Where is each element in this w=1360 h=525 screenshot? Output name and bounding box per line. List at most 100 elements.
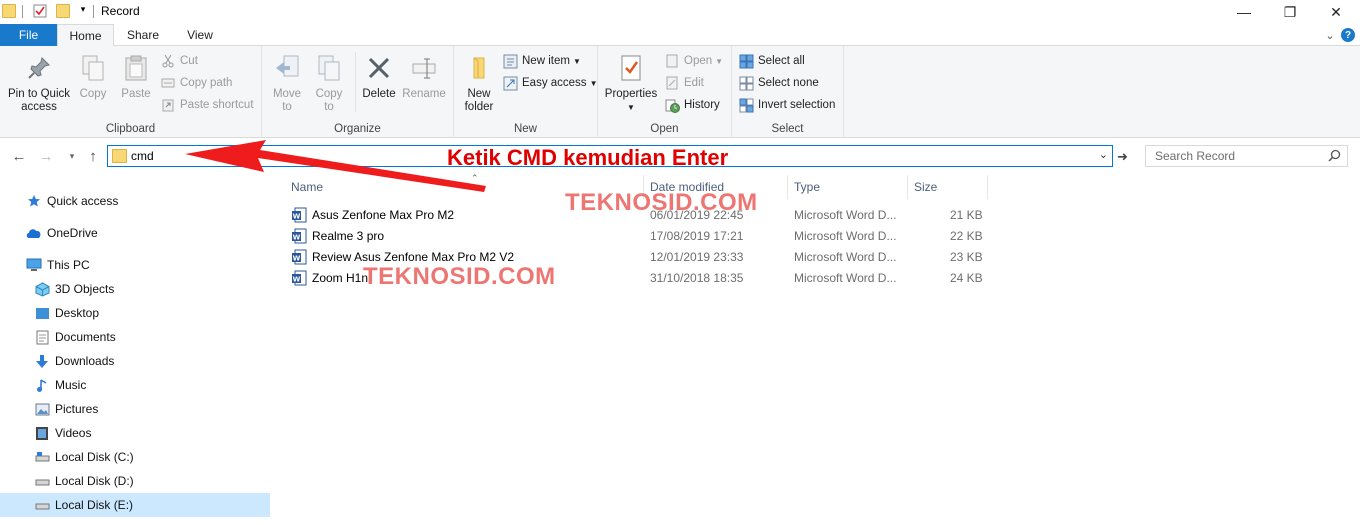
tab-share[interactable]: Share — [114, 24, 172, 46]
nav-item-local-disk-d[interactable]: Local Disk (D:) — [34, 469, 134, 493]
select-all-button[interactable]: Select all — [738, 51, 805, 71]
search-icon[interactable] — [1328, 149, 1341, 165]
nav-item-documents[interactable]: Documents — [34, 325, 116, 349]
file-row[interactable]: W Realme 3 pro 17/08/2019 17:21 Microsof… — [288, 226, 988, 247]
new-item-label: New item — [522, 55, 570, 67]
cut-button[interactable]: Cut — [160, 51, 198, 71]
back-arrow-icon[interactable]: ← — [10, 147, 28, 165]
select-group-label: Select — [771, 123, 804, 135]
nav-item-desktop[interactable]: Desktop — [34, 301, 99, 325]
nav-item-pictures[interactable]: Pictures — [34, 397, 98, 421]
delete-label: Delete — [362, 88, 396, 100]
paste-button[interactable]: Paste — [117, 50, 155, 101]
properties-quick-icon[interactable] — [33, 4, 47, 18]
minimize-button[interactable]: — — [1221, 0, 1267, 24]
download-icon — [34, 353, 50, 369]
edit-button[interactable]: Edit — [664, 73, 704, 93]
cube-icon — [34, 281, 50, 297]
ribbon-tabs: File Home Share View ⌄ ? — [0, 24, 1360, 47]
move-to-label-line1: Move — [272, 88, 302, 100]
select-none-button[interactable]: Select none — [738, 73, 819, 93]
forward-arrow-icon[interactable]: → — [37, 147, 55, 165]
copy-icon — [77, 52, 109, 84]
nav-item-music[interactable]: Music — [34, 373, 86, 397]
recent-locations-chevron-icon[interactable]: ▾ — [63, 147, 81, 165]
column-header-size[interactable]: Size — [908, 175, 988, 199]
nav-item-local-disk-c[interactable]: Local Disk (C:) — [34, 445, 134, 469]
history-label: History — [684, 99, 720, 111]
paste-icon — [120, 52, 152, 84]
address-input[interactable]: cmd — [131, 149, 154, 163]
tab-file[interactable]: File — [0, 24, 57, 46]
move-to-icon — [271, 52, 303, 84]
invert-selection-button[interactable]: Invert selection — [738, 95, 835, 115]
organize-group: Move to Copy to Delete Rename Organize — [262, 46, 454, 138]
nav-item-downloads[interactable]: Downloads — [34, 349, 114, 373]
nav-item-this-pc[interactable]: This PC — [26, 253, 90, 277]
copy-button[interactable]: Copy — [76, 50, 110, 101]
copy-to-button[interactable]: Copy to — [312, 50, 346, 114]
open-group: Properties ▼ Open ▼ Edit History Open — [598, 46, 732, 138]
monitor-icon — [26, 257, 42, 273]
scissors-icon — [160, 53, 176, 69]
word-document-icon: W — [291, 228, 307, 244]
easy-access-button[interactable]: Easy access ▼ — [502, 73, 597, 93]
customize-quick-access-icon[interactable]: ▾ — [76, 4, 90, 18]
new-item-button[interactable]: New item ▼ — [502, 51, 581, 71]
invert-selection-label: Invert selection — [758, 99, 836, 111]
watermark: TEKNOSID.COM — [565, 189, 758, 216]
history-button[interactable]: History — [664, 95, 720, 115]
new-folder-quick-icon[interactable] — [56, 4, 70, 18]
chevron-down-icon[interactable]: ⌄ — [1099, 148, 1108, 161]
nav-item-quick-access[interactable]: Quick access — [26, 189, 118, 213]
help-icon[interactable]: ? — [1341, 28, 1355, 42]
open-label: Open — [684, 55, 713, 67]
file-type: Microsoft Word D... — [794, 208, 897, 222]
desktop-icon — [34, 305, 50, 321]
tab-view[interactable]: View — [172, 24, 228, 46]
paste-shortcut-label: Paste shortcut — [180, 99, 254, 111]
history-icon — [664, 97, 680, 113]
new-item-icon — [502, 53, 518, 69]
edit-label: Edit — [684, 77, 704, 89]
paste-shortcut-button[interactable]: Paste shortcut — [160, 95, 254, 115]
pin-to-quick-access-button[interactable]: Pin to Quick access — [4, 50, 74, 114]
search-box[interactable]: Search Record — [1145, 145, 1348, 167]
copy-to-label-line2: to — [324, 101, 334, 113]
nav-item-onedrive[interactable]: OneDrive — [26, 221, 98, 245]
properties-label: Properties — [604, 88, 658, 100]
paste-label: Paste — [121, 88, 151, 100]
open-group-label: Open — [650, 123, 679, 135]
maximize-button[interactable]: ❐ — [1267, 0, 1313, 24]
divider — [93, 5, 94, 18]
new-folder-button[interactable]: New folder — [459, 50, 499, 114]
file-date: 17/08/2019 17:21 — [650, 229, 744, 243]
nav-item-local-disk-e[interactable]: Local Disk (E:) — [0, 493, 270, 517]
open-button[interactable]: Open ▼ — [664, 51, 723, 71]
new-folder-icon — [463, 52, 495, 84]
copy-label: Copy — [79, 88, 107, 100]
copy-path-button[interactable]: Copy path — [160, 73, 232, 93]
folder-icon — [112, 149, 127, 163]
nav-item-label: Local Disk (E:) — [55, 498, 134, 512]
up-arrow-icon[interactable]: ↑ — [84, 147, 102, 165]
nav-item-3d-objects[interactable]: 3D Objects — [34, 277, 114, 301]
move-to-button[interactable]: Move to — [270, 50, 304, 114]
close-button[interactable]: ✕ — [1313, 0, 1359, 24]
new-folder-label-line1: New — [467, 88, 491, 100]
tab-home[interactable]: Home — [57, 24, 114, 47]
rename-button[interactable]: Rename — [402, 50, 446, 101]
properties-icon — [615, 52, 647, 84]
nav-item-videos[interactable]: Videos — [34, 421, 91, 445]
properties-button[interactable]: Properties ▼ — [603, 50, 659, 114]
column-size-label: Size — [914, 180, 938, 194]
ribbon-collapse-icon[interactable]: ⌄ — [1322, 27, 1338, 43]
column-header-type[interactable]: Type — [788, 175, 908, 199]
new-group-label: New — [513, 123, 537, 135]
delete-button[interactable]: Delete — [360, 50, 398, 101]
search-input[interactable]: Search Record — [1155, 149, 1235, 163]
word-document-icon: W — [291, 249, 307, 265]
file-date: 12/01/2019 23:33 — [650, 250, 744, 264]
go-arrow-icon[interactable]: ➜ — [1117, 149, 1128, 165]
pin-icon — [23, 52, 55, 84]
